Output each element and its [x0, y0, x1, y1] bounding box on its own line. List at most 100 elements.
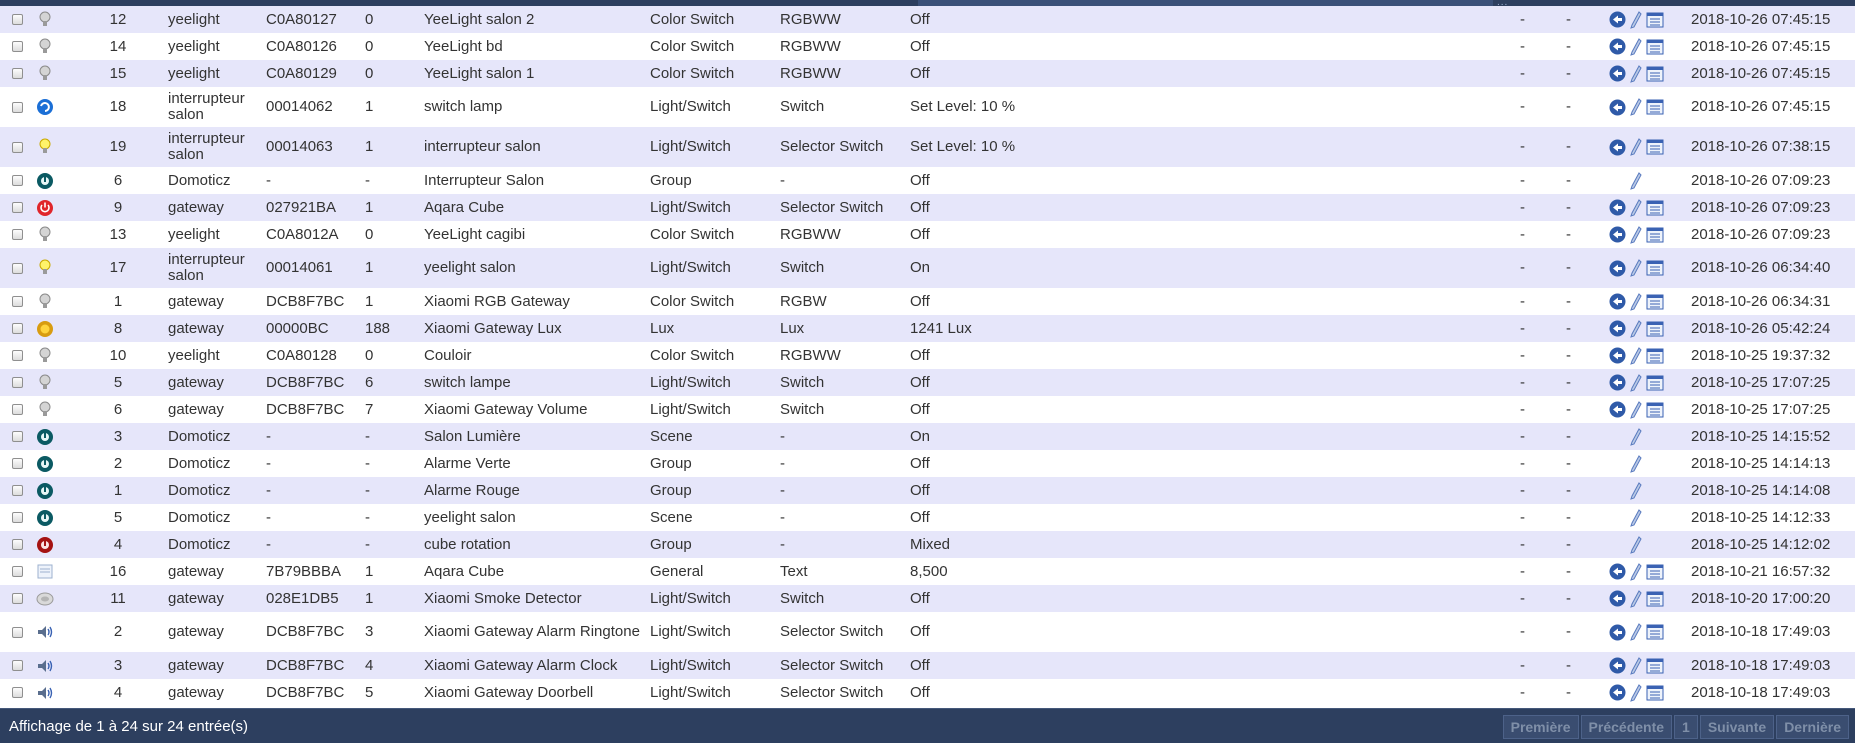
toggle-arrow-icon[interactable]	[1609, 657, 1626, 674]
first-page-button[interactable]: Première	[1502, 715, 1579, 739]
toggle-arrow-icon[interactable]	[1609, 401, 1626, 418]
table-row[interactable]: 2 gateway DCB8F7BC 3 Xiaomi Gateway Alarm Ri…	[0, 612, 1855, 652]
toggle-arrow-icon[interactable]	[1609, 590, 1626, 607]
edit-pencil-icon[interactable]	[1630, 508, 1642, 527]
row-checkbox[interactable]	[12, 101, 23, 113]
toggle-arrow-icon[interactable]	[1609, 139, 1626, 156]
toggle-arrow-icon[interactable]	[1609, 65, 1626, 82]
edit-pencil-icon[interactable]	[1630, 171, 1642, 190]
edit-pencil-icon[interactable]	[1629, 10, 1642, 29]
table-row[interactable]: 12 yeelight C0A80127 0 YeeLight salon 2 Color…	[0, 6, 1855, 33]
table-row[interactable]: 1 Domoticz - - Alarme Rouge Group - Off - - 2018-1…	[0, 477, 1855, 504]
log-icon[interactable]	[1646, 99, 1664, 115]
edit-pencil-icon[interactable]	[1629, 225, 1642, 244]
row-checkbox[interactable]	[12, 458, 23, 470]
log-icon[interactable]	[1646, 624, 1664, 640]
edit-pencil-icon[interactable]	[1629, 98, 1642, 116]
toggle-arrow-icon[interactable]	[1609, 320, 1626, 337]
edit-pencil-icon[interactable]	[1629, 319, 1642, 338]
table-row[interactable]: 10 yeelight C0A80128 0 Couloir Color Switch RG…	[0, 342, 1855, 369]
edit-pencil-icon[interactable]	[1630, 535, 1642, 554]
row-checkbox[interactable]	[12, 431, 23, 443]
current-page-button[interactable]: 1	[1674, 715, 1698, 739]
log-icon[interactable]	[1646, 564, 1664, 580]
log-icon[interactable]	[1646, 260, 1664, 276]
table-row[interactable]: 16 gateway 7B79BBBA 1 Aqara Cube General Text 8…	[0, 558, 1855, 585]
row-checkbox[interactable]	[12, 262, 23, 274]
table-row[interactable]: 4 Domoticz - - cube rotation Group - Mixed - - 201…	[0, 531, 1855, 558]
edit-pencil-icon[interactable]	[1629, 400, 1642, 419]
table-row[interactable]: 3 gateway DCB8F7BC 4 Xiaomi Gateway Alarm Cl…	[0, 652, 1855, 679]
row-checkbox[interactable]	[12, 141, 23, 153]
previous-page-button[interactable]: Précédente	[1580, 715, 1673, 739]
edit-pencil-icon[interactable]	[1629, 138, 1642, 156]
table-row[interactable]: 17 interrupteur salon 00014061 1 yeelight sa…	[0, 248, 1855, 288]
edit-pencil-icon[interactable]	[1629, 683, 1642, 702]
row-checkbox[interactable]	[12, 404, 23, 416]
edit-pencil-icon[interactable]	[1629, 37, 1642, 56]
table-row[interactable]: 5 gateway DCB8F7BC 6 switch lampe Light/Switc…	[0, 369, 1855, 396]
log-icon[interactable]	[1646, 321, 1664, 337]
log-icon[interactable]	[1646, 402, 1664, 418]
toggle-arrow-icon[interactable]	[1609, 260, 1626, 277]
row-checkbox[interactable]	[12, 41, 23, 53]
row-checkbox[interactable]	[12, 687, 23, 699]
row-checkbox[interactable]	[12, 175, 23, 187]
table-row[interactable]: 8 gateway 00000BC 188 Xiaomi Gateway Lux Lux L…	[0, 315, 1855, 342]
table-row[interactable]: 6 gateway DCB8F7BC 7 Xiaomi Gateway Volume Li…	[0, 396, 1855, 423]
toggle-arrow-icon[interactable]	[1609, 684, 1626, 701]
table-row[interactable]: 13 yeelight C0A8012A 0 YeeLight cagibi Color …	[0, 221, 1855, 248]
log-icon[interactable]	[1646, 200, 1664, 216]
edit-pencil-icon[interactable]	[1629, 198, 1642, 217]
toggle-arrow-icon[interactable]	[1609, 347, 1626, 364]
toggle-arrow-icon[interactable]	[1609, 374, 1626, 391]
row-checkbox[interactable]	[12, 202, 23, 214]
row-checkbox[interactable]	[12, 68, 23, 80]
row-checkbox[interactable]	[12, 566, 23, 578]
edit-pencil-icon[interactable]	[1629, 562, 1642, 581]
table-row[interactable]: 2 Domoticz - - Alarme Verte Group - Off - - 2018-1…	[0, 450, 1855, 477]
row-checkbox[interactable]	[12, 377, 23, 389]
row-checkbox[interactable]	[12, 229, 23, 241]
table-row[interactable]: 11 gateway 028E1DB5 1 Xiaomi Smoke Detector L…	[0, 585, 1855, 612]
toggle-arrow-icon[interactable]	[1609, 293, 1626, 310]
table-row[interactable]: 6 Domoticz - - Interrupteur Salon Group - Off - -…	[0, 167, 1855, 194]
table-row[interactable]: 19 interrupteur salon 00014063 1 interrupteu…	[0, 127, 1855, 167]
edit-pencil-icon[interactable]	[1630, 454, 1642, 473]
row-checkbox[interactable]	[12, 660, 23, 672]
last-page-button[interactable]: Dernière	[1776, 715, 1849, 739]
table-row[interactable]: 18 interrupteur salon 00014062 1 switch lamp…	[0, 87, 1855, 127]
row-checkbox[interactable]	[12, 296, 23, 308]
log-icon[interactable]	[1646, 12, 1664, 28]
row-checkbox[interactable]	[12, 512, 23, 524]
toggle-arrow-icon[interactable]	[1609, 563, 1626, 580]
edit-pencil-icon[interactable]	[1629, 64, 1642, 83]
log-icon[interactable]	[1646, 139, 1664, 155]
toggle-arrow-icon[interactable]	[1609, 226, 1626, 243]
table-row[interactable]: 5 Domoticz - - yeelight salon Scene - Off - - 2018…	[0, 504, 1855, 531]
toggle-arrow-icon[interactable]	[1609, 99, 1626, 116]
row-checkbox[interactable]	[12, 14, 23, 26]
row-checkbox[interactable]	[12, 350, 23, 362]
table-row[interactable]: 1 gateway DCB8F7BC 1 Xiaomi RGB Gateway Color…	[0, 288, 1855, 315]
toggle-arrow-icon[interactable]	[1609, 38, 1626, 55]
edit-pencil-icon[interactable]	[1629, 656, 1642, 675]
row-checkbox[interactable]	[12, 323, 23, 335]
row-checkbox[interactable]	[12, 626, 23, 638]
edit-pencil-icon[interactable]	[1629, 589, 1642, 608]
log-icon[interactable]	[1646, 294, 1664, 310]
log-icon[interactable]	[1646, 39, 1664, 55]
table-row[interactable]: 4 gateway DCB8F7BC 5 Xiaomi Gateway Doorbell…	[0, 679, 1855, 706]
log-icon[interactable]	[1646, 658, 1664, 674]
toggle-arrow-icon[interactable]	[1609, 199, 1626, 216]
toggle-arrow-icon[interactable]	[1609, 11, 1626, 28]
row-checkbox[interactable]	[12, 539, 23, 551]
toggle-arrow-icon[interactable]	[1609, 624, 1626, 641]
log-icon[interactable]	[1646, 685, 1664, 701]
log-icon[interactable]	[1646, 66, 1664, 82]
table-row[interactable]: 15 yeelight C0A80129 0 YeeLight salon 1 Color…	[0, 60, 1855, 87]
edit-pencil-icon[interactable]	[1630, 481, 1642, 500]
edit-pencil-icon[interactable]	[1629, 346, 1642, 365]
row-checkbox[interactable]	[12, 593, 23, 605]
table-row[interactable]: 3 Domoticz - - Salon Lumière Scene - On - - 2018-1…	[0, 423, 1855, 450]
